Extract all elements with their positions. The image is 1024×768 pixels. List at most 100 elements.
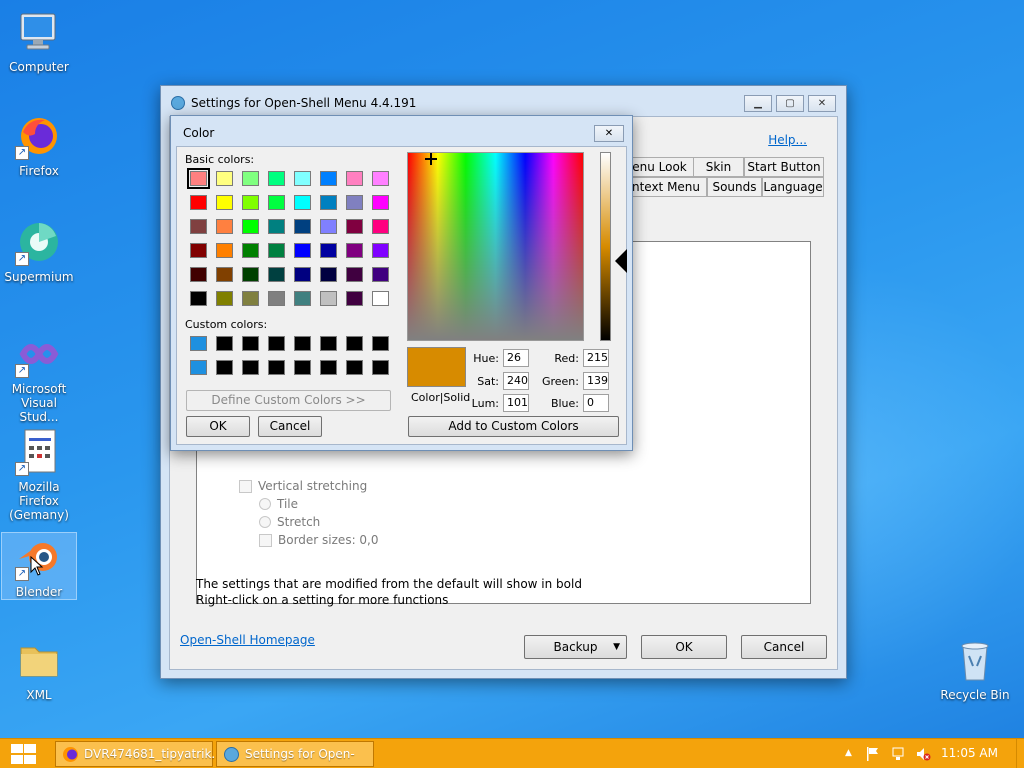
color-swatch[interactable] <box>216 195 233 210</box>
sat-field[interactable]: 240 <box>503 372 529 390</box>
cancel-button[interactable]: Cancel <box>258 416 322 437</box>
color-swatch[interactable] <box>320 360 337 375</box>
color-swatch[interactable] <box>294 336 311 351</box>
tab-start-button[interactable]: Start Button <box>744 157 824 177</box>
help-link[interactable]: Help... <box>768 133 807 147</box>
color-swatch[interactable] <box>216 219 233 234</box>
color-swatch[interactable] <box>320 195 337 210</box>
color-swatch[interactable] <box>346 267 363 282</box>
color-swatch[interactable] <box>268 336 285 351</box>
color-swatch[interactable] <box>346 219 363 234</box>
color-swatch[interactable] <box>346 195 363 210</box>
backup-button[interactable]: Backup ▼ <box>524 635 627 659</box>
network-icon[interactable] <box>891 746 907 762</box>
color-swatch[interactable] <box>320 336 337 351</box>
color-swatch[interactable] <box>190 336 207 351</box>
color-swatch[interactable] <box>294 243 311 258</box>
taskbar-item-settings[interactable]: Settings for Open-Sh... <box>216 741 374 767</box>
color-swatch[interactable] <box>372 171 389 186</box>
color-spectrum[interactable] <box>407 152 584 341</box>
color-swatch[interactable] <box>320 267 337 282</box>
taskbar-item-firefox[interactable]: DVR474681_tipyatrik... <box>55 741 223 767</box>
taskbar-clock[interactable]: 11:05 AM <box>941 746 998 760</box>
define-custom-colors-button[interactable]: Define Custom Colors >> <box>186 390 391 411</box>
tab-language[interactable]: Language <box>762 177 824 197</box>
color-swatch[interactable] <box>216 360 233 375</box>
close-button[interactable]: ✕ <box>594 125 624 142</box>
color-swatch[interactable] <box>268 360 285 375</box>
color-swatch[interactable] <box>190 243 207 258</box>
color-swatch[interactable] <box>346 336 363 351</box>
hue-field[interactable]: 26 <box>503 349 529 367</box>
tray-caret-icon[interactable]: ▲ <box>845 748 852 758</box>
color-swatch[interactable] <box>294 360 311 375</box>
color-swatch[interactable] <box>268 195 285 210</box>
color-swatch[interactable] <box>190 219 207 234</box>
desktop-icon-computer[interactable]: Computer <box>1 8 77 74</box>
red-field[interactable]: 215 <box>583 349 609 367</box>
color-swatch[interactable] <box>190 195 207 210</box>
tree-item-tile[interactable]: Tile <box>259 497 298 511</box>
tree-item-border-sizes[interactable]: Border sizes: 0,0 <box>259 533 379 547</box>
color-swatch[interactable] <box>372 360 389 375</box>
color-swatch[interactable] <box>346 291 363 306</box>
start-button[interactable] <box>9 744 37 764</box>
maximize-button[interactable]: ▢ <box>776 95 804 112</box>
color-swatch[interactable] <box>190 360 207 375</box>
color-swatch[interactable] <box>346 243 363 258</box>
lum-field[interactable]: 101 <box>503 394 529 412</box>
color-swatch[interactable] <box>294 219 311 234</box>
color-swatch[interactable] <box>216 171 233 186</box>
color-swatch[interactable] <box>242 171 259 186</box>
color-swatch[interactable] <box>294 195 311 210</box>
color-swatch[interactable] <box>242 267 259 282</box>
add-to-custom-colors-button[interactable]: Add to Custom Colors <box>408 416 619 437</box>
color-swatch[interactable] <box>242 195 259 210</box>
color-swatch[interactable] <box>190 291 207 306</box>
open-shell-homepage-link[interactable]: Open-Shell Homepage <box>180 633 315 647</box>
color-swatch[interactable] <box>320 219 337 234</box>
color-swatch[interactable] <box>294 291 311 306</box>
cancel-button[interactable]: Cancel <box>741 635 827 659</box>
tree-item-stretch[interactable]: Stretch <box>259 515 320 529</box>
color-swatch[interactable] <box>216 291 233 306</box>
green-field[interactable]: 139 <box>583 372 609 390</box>
luminosity-arrow-icon[interactable] <box>615 249 627 273</box>
color-swatch[interactable] <box>320 243 337 258</box>
color-swatch[interactable] <box>216 267 233 282</box>
color-swatch[interactable] <box>268 171 285 186</box>
color-swatch[interactable] <box>372 219 389 234</box>
color-swatch[interactable] <box>216 336 233 351</box>
color-swatch[interactable] <box>320 291 337 306</box>
color-swatch[interactable] <box>294 267 311 282</box>
blue-field[interactable]: 0 <box>583 394 609 412</box>
color-swatch[interactable] <box>187 168 210 189</box>
close-button[interactable]: ✕ <box>808 95 836 112</box>
luminosity-slider[interactable] <box>600 152 611 341</box>
tab-context-menu[interactable]: ntext Menu <box>625 177 707 197</box>
desktop-icon-mozilla-firefox-german[interactable]: ↗ Mozilla Firefox (Gemany) <box>1 428 77 522</box>
color-swatch[interactable] <box>372 195 389 210</box>
color-swatch[interactable] <box>268 291 285 306</box>
minimize-button[interactable]: ▁ <box>744 95 772 112</box>
color-swatch[interactable] <box>242 219 259 234</box>
color-swatch[interactable] <box>294 171 311 186</box>
color-swatch[interactable] <box>372 291 389 306</box>
color-swatch[interactable] <box>372 267 389 282</box>
desktop-icon-xml[interactable]: XML <box>1 636 77 702</box>
tree-item-vertical-stretching[interactable]: Vertical stretching <box>239 479 367 493</box>
tab-sounds[interactable]: Sounds <box>707 177 762 197</box>
color-swatch[interactable] <box>242 243 259 258</box>
color-swatch[interactable] <box>372 336 389 351</box>
show-desktop-button[interactable] <box>1016 739 1024 768</box>
color-swatch[interactable] <box>268 243 285 258</box>
ok-button[interactable]: OK <box>186 416 250 437</box>
color-swatch[interactable] <box>242 360 259 375</box>
color-swatch[interactable] <box>372 243 389 258</box>
color-swatch[interactable] <box>346 171 363 186</box>
tab-skin[interactable]: Skin <box>693 157 744 177</box>
tab-menu-look[interactable]: enu Look <box>625 157 693 177</box>
volume-muted-icon[interactable] <box>915 746 931 762</box>
ok-button[interactable]: OK <box>641 635 727 659</box>
desktop-icon-visual-studio[interactable]: ↗ Microsoft Visual Stud... <box>1 330 77 424</box>
